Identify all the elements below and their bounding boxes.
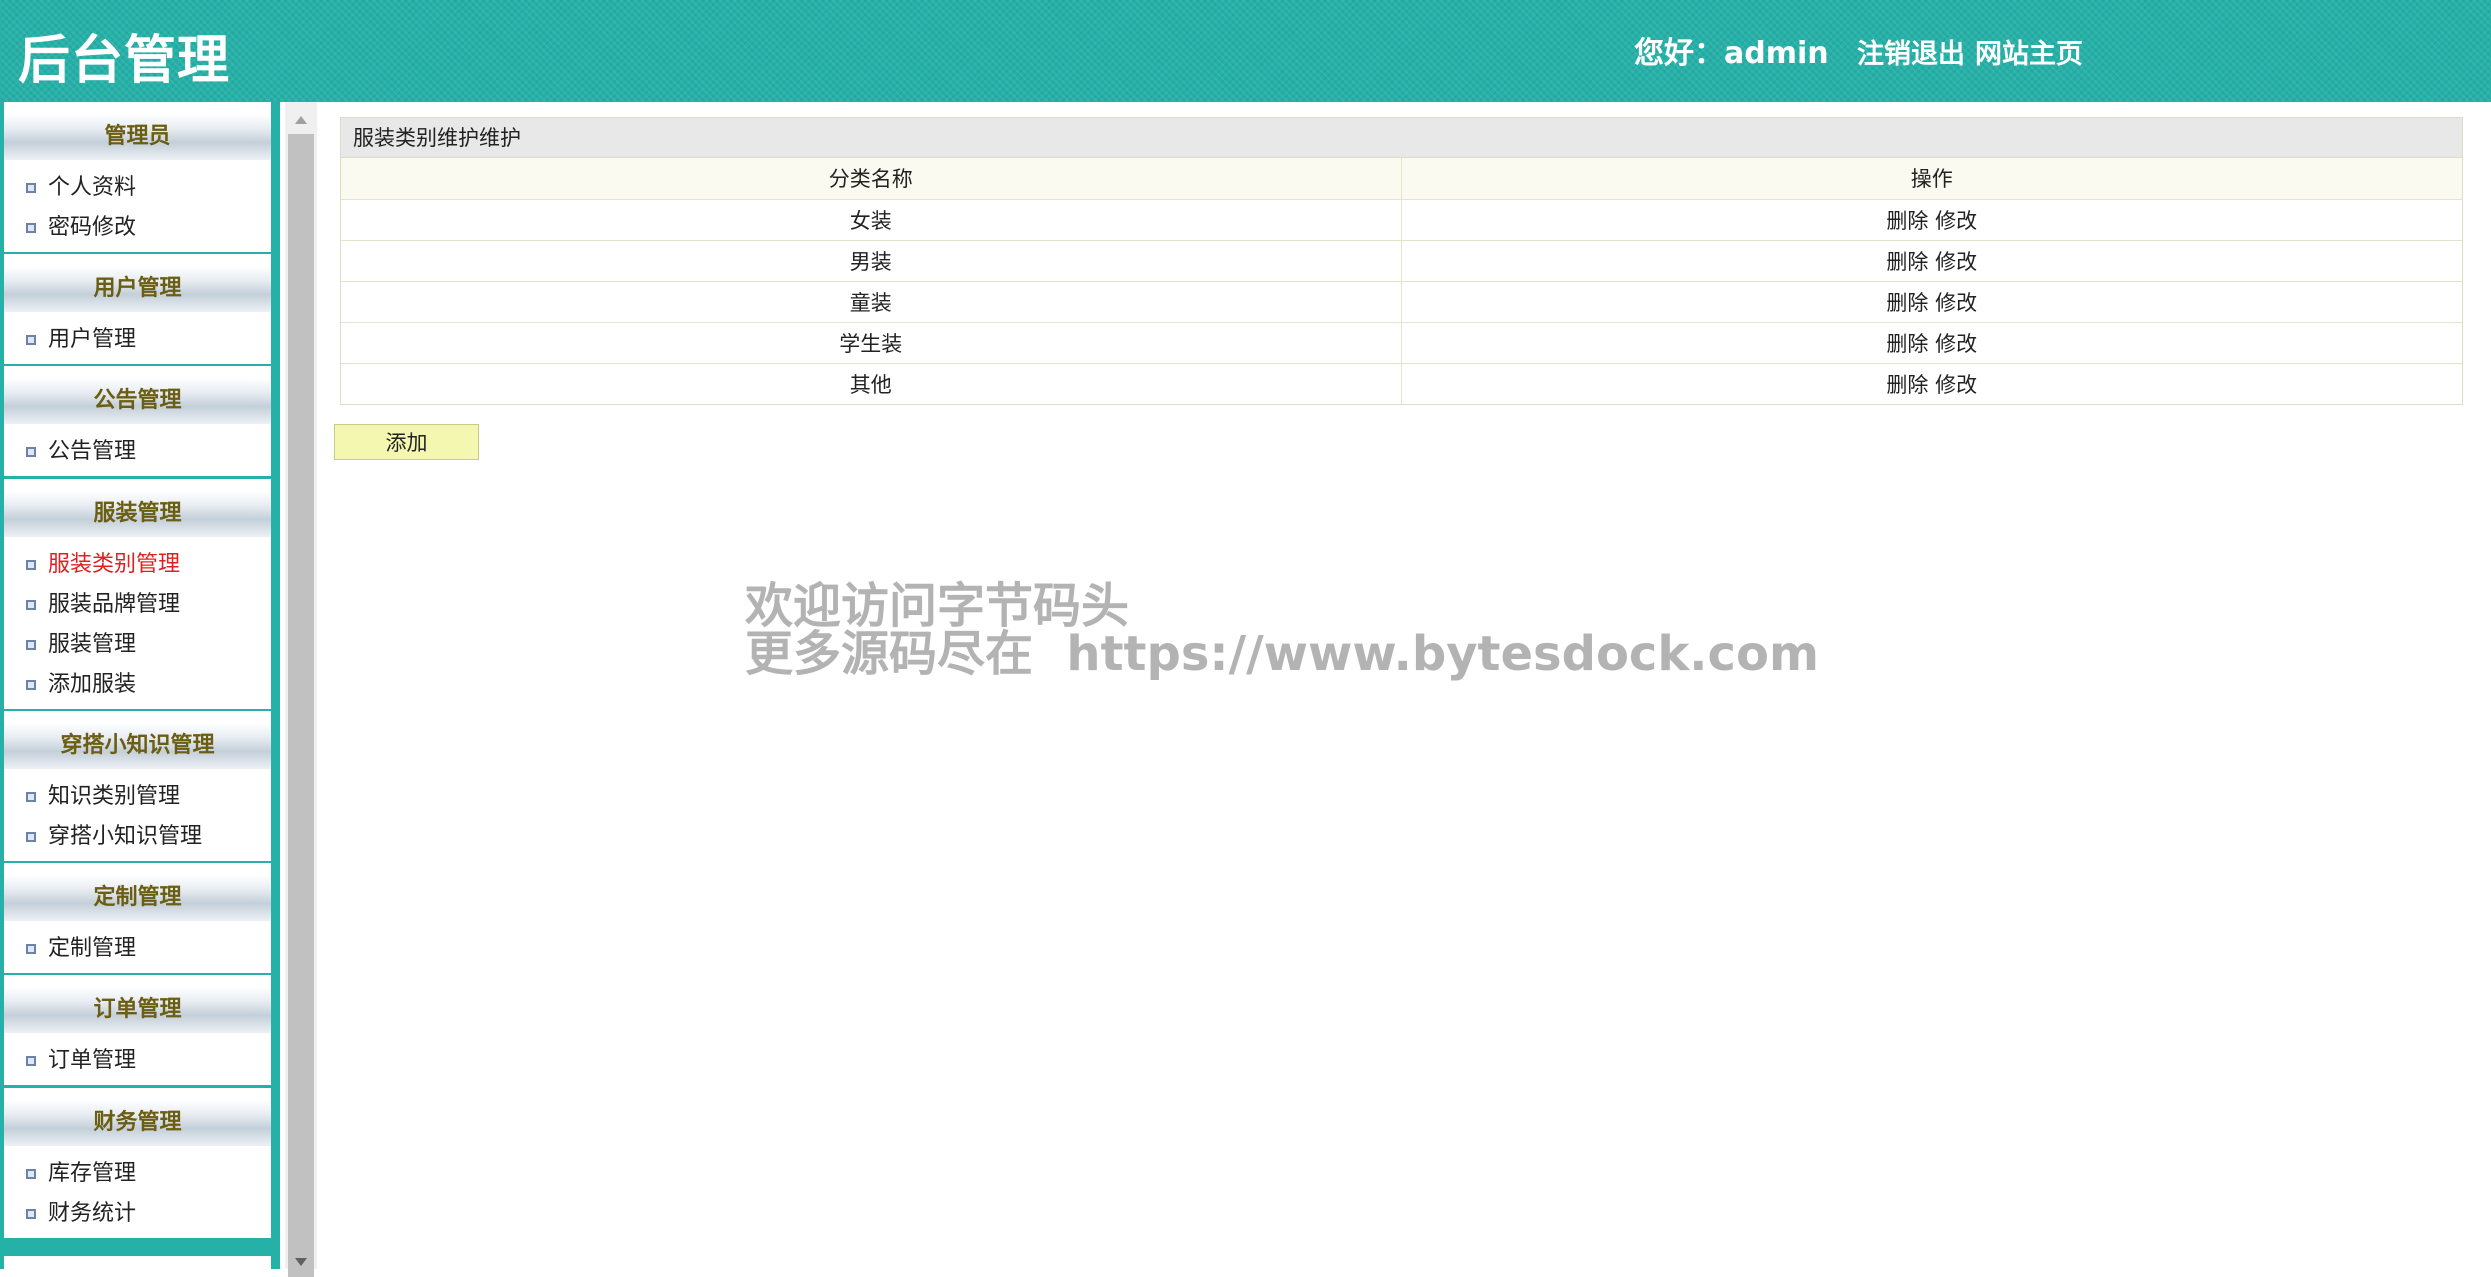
table-row: 其他 删除 修改 [341, 362, 2462, 404]
sidebar-item-users[interactable]: 用户管理 [4, 320, 271, 360]
category-panel: 服装类别维护维护 分类名称 操作 女装 删除 修改 男装 删除 修改 童装 删除… [340, 117, 2463, 405]
bullet-icon [26, 832, 36, 842]
watermark-line-2: 更多源码尽在 https://www.bytesdock.com [745, 626, 1819, 682]
menu-group-clothing: 服装管理 服装类别管理 服装品牌管理 服装管理 添加服装 [4, 479, 271, 709]
menu-group-title[interactable]: 穿搭小知识管理 [4, 723, 271, 769]
category-name: 其他 [341, 362, 1402, 404]
sidebar-item-notices[interactable]: 公告管理 [4, 432, 271, 472]
column-header-actions: 操作 [1401, 158, 2462, 199]
app-title: 后台管理 [18, 31, 231, 91]
menu-group-orders: 订单管理 订单管理 [4, 975, 271, 1085]
delete-link[interactable]: 删除 [1886, 332, 1928, 356]
menu-group-title[interactable]: 管理员 [4, 114, 271, 160]
watermark: 欢迎访问字节码头 更多源码尽在 https://www.bytesdock.co… [745, 582, 1819, 678]
row-actions: 删除 修改 [1401, 239, 2462, 281]
edit-link[interactable]: 修改 [1935, 291, 1977, 315]
menu-group-users: 用户管理 用户管理 [4, 254, 271, 364]
table-header-row: 分类名称 操作 [341, 158, 2462, 199]
menu-group-title[interactable]: 用户管理 [4, 266, 271, 312]
bullet-icon [26, 1056, 36, 1066]
menu-group-custom: 定制管理 定制管理 [4, 863, 271, 973]
menu-group-title[interactable]: 订单管理 [4, 987, 271, 1033]
row-actions: 删除 修改 [1401, 280, 2462, 322]
sidebar-item-clothing-brand[interactable]: 服装品牌管理 [4, 585, 271, 625]
bullet-icon [26, 792, 36, 802]
sidebar: 管理员 个人资料 密码修改 用户管理 用户管理 公告管理 公告管理 服装管理 服… [0, 102, 280, 1269]
delete-link[interactable]: 删除 [1886, 209, 1928, 233]
category-name: 学生装 [341, 321, 1402, 363]
menu-group-admin: 管理员 个人资料 密码修改 [4, 102, 271, 252]
menu-group-notices: 公告管理 公告管理 [4, 366, 271, 476]
category-name: 童装 [341, 280, 1402, 322]
edit-link[interactable]: 修改 [1935, 332, 1977, 356]
menu-group-finance: 财务管理 库存管理 财务统计 [4, 1088, 271, 1238]
scroll-thumb[interactable] [288, 134, 314, 1277]
header-links: 注销退出 网站主页 [1857, 32, 2083, 71]
bullet-icon [26, 680, 36, 690]
sidebar-item-tip-category[interactable]: 知识类别管理 [4, 777, 271, 817]
panel-title: 服装类别维护维护 [341, 118, 2462, 158]
user-greeting: 您好：admin [1634, 36, 1829, 71]
menu-group-tips: 穿搭小知识管理 知识类别管理 穿搭小知识管理 [4, 711, 271, 861]
scroll-down-arrow-icon[interactable] [285, 1252, 317, 1269]
sidebar-item-profile[interactable]: 个人资料 [4, 168, 271, 208]
scroll-up-arrow-icon[interactable] [285, 110, 317, 132]
menu-group-title[interactable]: 公告管理 [4, 378, 271, 424]
bullet-icon [26, 447, 36, 457]
delete-link[interactable]: 删除 [1886, 291, 1928, 315]
bullet-icon [26, 560, 36, 570]
sidebar-item-tips[interactable]: 穿搭小知识管理 [4, 817, 271, 857]
sidebar-item-password[interactable]: 密码修改 [4, 208, 271, 248]
category-name: 女装 [341, 198, 1402, 240]
delete-link[interactable]: 删除 [1886, 373, 1928, 397]
logout-link[interactable]: 注销退出 [1857, 39, 1965, 70]
row-actions: 删除 修改 [1401, 198, 2462, 240]
menu-group-more [4, 1256, 271, 1269]
sidebar-item-finance-stats[interactable]: 财务统计 [4, 1194, 271, 1234]
edit-link[interactable]: 修改 [1935, 209, 1977, 233]
bullet-icon [26, 1169, 36, 1179]
menu-group-title[interactable]: 定制管理 [4, 875, 271, 921]
table-row: 男装 删除 修改 [341, 239, 2462, 281]
sidebar-item-custom[interactable]: 定制管理 [4, 929, 271, 969]
delete-link[interactable]: 删除 [1886, 250, 1928, 274]
row-actions: 删除 修改 [1401, 362, 2462, 404]
menu-group-title[interactable]: 服装管理 [4, 491, 271, 537]
bullet-icon [26, 600, 36, 610]
bullet-icon [26, 944, 36, 954]
table-row: 女装 删除 修改 [341, 198, 2462, 240]
bullet-icon [26, 183, 36, 193]
sidebar-item-add-clothing[interactable]: 添加服装 [4, 665, 271, 705]
table-row: 童装 删除 修改 [341, 280, 2462, 322]
column-header-name: 分类名称 [341, 158, 1402, 199]
edit-link[interactable]: 修改 [1935, 373, 1977, 397]
sidebar-item-orders[interactable]: 订单管理 [4, 1041, 271, 1081]
category-table: 分类名称 操作 女装 删除 修改 男装 删除 修改 童装 删除 修改 学生装 删… [341, 158, 2462, 404]
sidebar-item-clothing[interactable]: 服装管理 [4, 625, 271, 665]
category-name: 男装 [341, 239, 1402, 281]
sidebar-item-clothing-category[interactable]: 服装类别管理 [4, 545, 271, 585]
row-actions: 删除 修改 [1401, 321, 2462, 363]
menu-group-title[interactable]: 财务管理 [4, 1100, 271, 1146]
top-header: 后台管理 您好：admin 注销退出 网站主页 [0, 0, 2491, 102]
add-category-button[interactable]: 添加 [334, 424, 479, 460]
bullet-icon [26, 1209, 36, 1219]
bullet-icon [26, 223, 36, 233]
bullet-icon [26, 640, 36, 650]
table-row: 学生装 删除 修改 [341, 321, 2462, 363]
sidebar-scrollbar[interactable] [285, 102, 317, 1277]
watermark-line-1: 欢迎访问字节码头 [745, 578, 1130, 634]
sidebar-item-inventory[interactable]: 库存管理 [4, 1154, 271, 1194]
site-home-link[interactable]: 网站主页 [1975, 39, 2083, 70]
bullet-icon [26, 335, 36, 345]
edit-link[interactable]: 修改 [1935, 250, 1977, 274]
